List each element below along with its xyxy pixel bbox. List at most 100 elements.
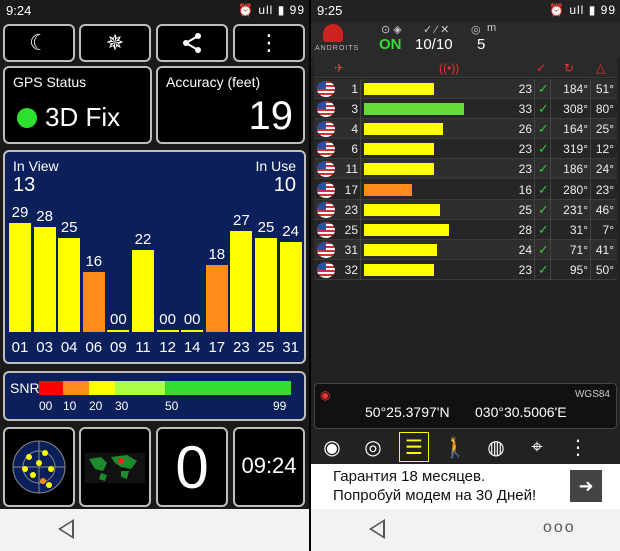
clock-value: 09:24 xyxy=(241,453,297,478)
column-divider xyxy=(590,259,591,280)
signal-bar xyxy=(107,330,130,332)
android-logo-icon xyxy=(323,24,343,42)
snr-color-segment xyxy=(63,381,89,395)
status-bar: 9:25 ⏰ ull ▮ 99 xyxy=(311,0,620,22)
compass-rose-icon: ✵ xyxy=(105,30,125,55)
satellite-row: 31 24 ✓ 71° 41° xyxy=(314,239,617,260)
compass-button[interactable]: ✵ xyxy=(79,24,151,62)
satellite-prn: 1 xyxy=(351,82,358,96)
summary-header: ANDROITS ⊙ ◈ ON ✓ ⁄ ✕ 10/10 ◎ m 5 xyxy=(311,22,620,58)
azimuth-value: 31° xyxy=(569,222,588,237)
ad-line-1: Гарантия 18 месяцев. xyxy=(333,468,486,485)
snr-value: 23 xyxy=(518,82,532,96)
sats-icon: ✓ ⁄ ✕ xyxy=(423,24,450,36)
gps-status-screen: 9:24 ⏰ ull ▮ 99 ☾ ✵ ⋮ GPS Status 3D Fix … xyxy=(0,0,309,551)
location-pin-icon[interactable]: ⌖ xyxy=(522,432,552,462)
satellite-row: 6 23 ✓ 319° 12° xyxy=(314,139,617,160)
accuracy-value: 19 xyxy=(248,94,294,138)
column-divider xyxy=(550,79,551,99)
alarm-icon: ⏰ xyxy=(549,3,565,17)
signal-bar-value: 18 xyxy=(208,245,226,263)
sats-used: 10/10 xyxy=(415,36,453,53)
signal-bar-value: 22 xyxy=(134,230,152,248)
snr-bar xyxy=(364,143,434,156)
column-divider xyxy=(360,259,361,280)
share-button[interactable] xyxy=(156,24,228,62)
in-use-check-icon: ✓ xyxy=(538,81,549,96)
toolbar: ◉ ◎ ☰ 🚶 ◍ ⌖ ⋮ xyxy=(311,430,620,464)
compass-icon[interactable]: ◉ xyxy=(317,432,347,462)
walker-icon[interactable]: 🚶 xyxy=(440,432,470,462)
signal-wave-icon: ((•)) xyxy=(439,61,460,75)
snr-bar xyxy=(364,163,434,176)
gps-state: ON xyxy=(379,36,402,53)
elevation-value: 12° xyxy=(595,142,614,157)
column-divider xyxy=(550,219,551,240)
battery-level: 99 xyxy=(600,3,616,17)
snr-tick-label: 50 xyxy=(165,399,179,413)
radar-icon[interactable]: ◎ xyxy=(358,432,388,462)
column-divider xyxy=(590,119,591,140)
advertisement-banner[interactable]: Гарантия 18 месяцев. Попробуй модем на 3… xyxy=(311,464,620,509)
satellite-list-icon[interactable]: ☰ xyxy=(399,432,429,462)
alarm-icon: ⏰ xyxy=(238,3,254,17)
more-vertical-icon[interactable]: ⋮ xyxy=(563,432,593,462)
us-flag-icon xyxy=(317,81,335,97)
accuracy-label: Accuracy (feet) xyxy=(166,74,261,90)
satellite-prn: 3 xyxy=(351,102,358,117)
column-divider xyxy=(360,79,361,99)
in-use-check-icon: ✓ xyxy=(538,181,549,197)
satellite-list-screen: 9:25 ⏰ ull ▮ 99 ANDROITS ⊙ ◈ ON ✓ ⁄ ✕ 10… xyxy=(311,0,620,551)
elevation-value: 46° xyxy=(595,202,614,217)
column-divider xyxy=(550,199,551,220)
snr-color-segment xyxy=(89,381,115,395)
signal-bar-value: 00 xyxy=(110,311,127,328)
in-view-value: 13 xyxy=(13,174,36,196)
signal-bar-value: 16 xyxy=(85,253,103,270)
snr-bar xyxy=(364,223,449,236)
ad-arrow-button[interactable]: ➜ xyxy=(570,470,602,502)
status-icons: ⏰ ull ▮ 99 xyxy=(238,3,305,17)
column-divider xyxy=(534,199,535,220)
us-flag-icon xyxy=(317,101,335,118)
sky-plot-icon xyxy=(12,440,66,494)
snr-bar xyxy=(364,103,464,116)
column-divider xyxy=(550,159,551,180)
snr-tick-label: 30 xyxy=(115,399,129,413)
satellite-row: 4 26 ✓ 164° 25° xyxy=(314,119,617,140)
satellite-row: 32 23 ✓ 95° 50° xyxy=(314,259,617,280)
screen: 9:24 ⏰ ull ▮ 99 ☾ ✵ ⋮ GPS Status 3D Fix … xyxy=(0,0,620,551)
snr-value: 25 xyxy=(518,202,532,217)
snr-bar xyxy=(364,203,440,216)
azimuth-value: 186° xyxy=(563,162,588,177)
ad-line-2: Попробуй модем на 30 Дней! xyxy=(333,487,537,504)
satellite-prn: 23 xyxy=(344,202,358,217)
elevation-value: 7° xyxy=(602,222,614,237)
signal-bar xyxy=(9,223,31,332)
snr-scale: SNR 00 10 20 30 50 99 xyxy=(3,371,306,421)
sky-plot-tile[interactable] xyxy=(3,427,75,507)
menu-button[interactable]: ⋮ xyxy=(233,24,305,62)
satellite-row: 17 16 ✓ 280° 23° xyxy=(314,179,617,200)
more-horizontal-icon[interactable]: ooo xyxy=(543,519,576,537)
snr-bar xyxy=(364,83,434,95)
in-use-check-icon: ✓ xyxy=(538,261,549,277)
world-map-tile[interactable] xyxy=(79,427,151,507)
column-divider xyxy=(534,219,535,240)
accuracy-value: 5 xyxy=(477,36,486,53)
night-mode-button[interactable]: ☾ xyxy=(3,24,75,62)
accuracy-icon: ◎ xyxy=(471,24,481,36)
column-divider xyxy=(590,159,591,180)
back-icon[interactable] xyxy=(369,519,385,539)
column-divider xyxy=(534,139,535,160)
globe-icon[interactable]: ◍ xyxy=(481,432,511,462)
snr-tick-label: 99 xyxy=(273,399,287,413)
satellite-row: 11 23 ✓ 186° 24° xyxy=(314,159,617,180)
azimuth-value: 71° xyxy=(569,242,588,257)
column-divider xyxy=(590,199,591,220)
snr-value: 33 xyxy=(518,102,532,117)
back-icon[interactable] xyxy=(58,519,74,539)
satellite-row: 23 25 ✓ 231° 46° xyxy=(314,199,617,220)
satellite-prn: 32 xyxy=(344,262,358,277)
azimuth-value: 164° xyxy=(563,122,588,137)
